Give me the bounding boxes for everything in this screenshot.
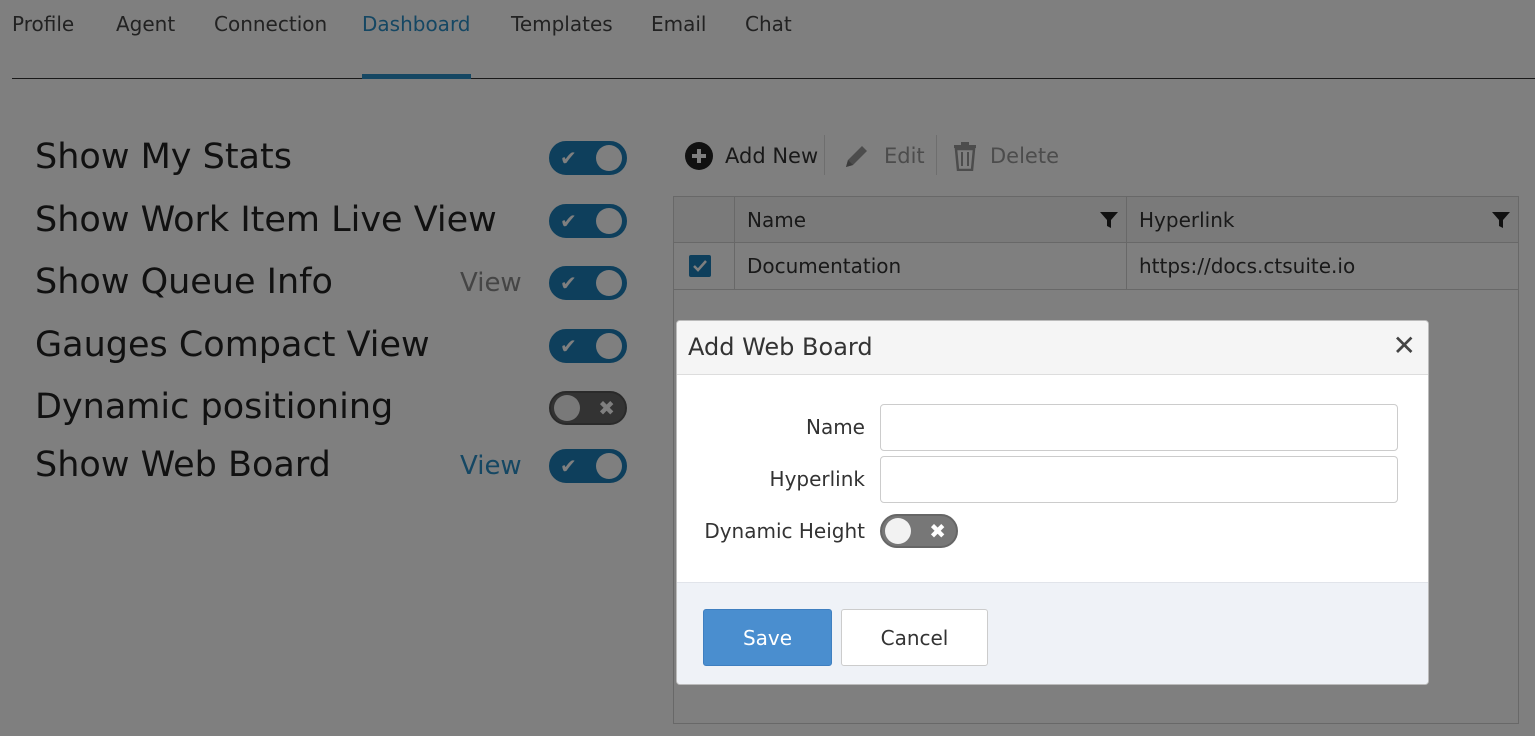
name-label: Name (805, 415, 865, 439)
dialog-header: Add Web Board ✕ (677, 321, 1428, 375)
toggle-knob (885, 518, 911, 544)
toggle-dynamic-height[interactable]: ✖ (880, 514, 958, 548)
cancel-button[interactable]: Cancel (841, 609, 988, 666)
hyperlink-label: Hyperlink (769, 467, 865, 491)
close-icon[interactable]: ✕ (1393, 331, 1416, 361)
add-web-board-dialog: Add Web Board ✕ Name Hyperlink Dynamic H… (676, 320, 1429, 685)
save-button[interactable]: Save (703, 609, 832, 666)
hyperlink-input[interactable] (880, 456, 1398, 503)
name-input[interactable] (880, 404, 1398, 451)
x-icon: ✖ (929, 519, 946, 543)
dynamic-height-label: Dynamic Height (704, 519, 865, 543)
dialog-footer: Save Cancel (677, 582, 1428, 684)
dialog-title: Add Web Board (688, 333, 873, 361)
